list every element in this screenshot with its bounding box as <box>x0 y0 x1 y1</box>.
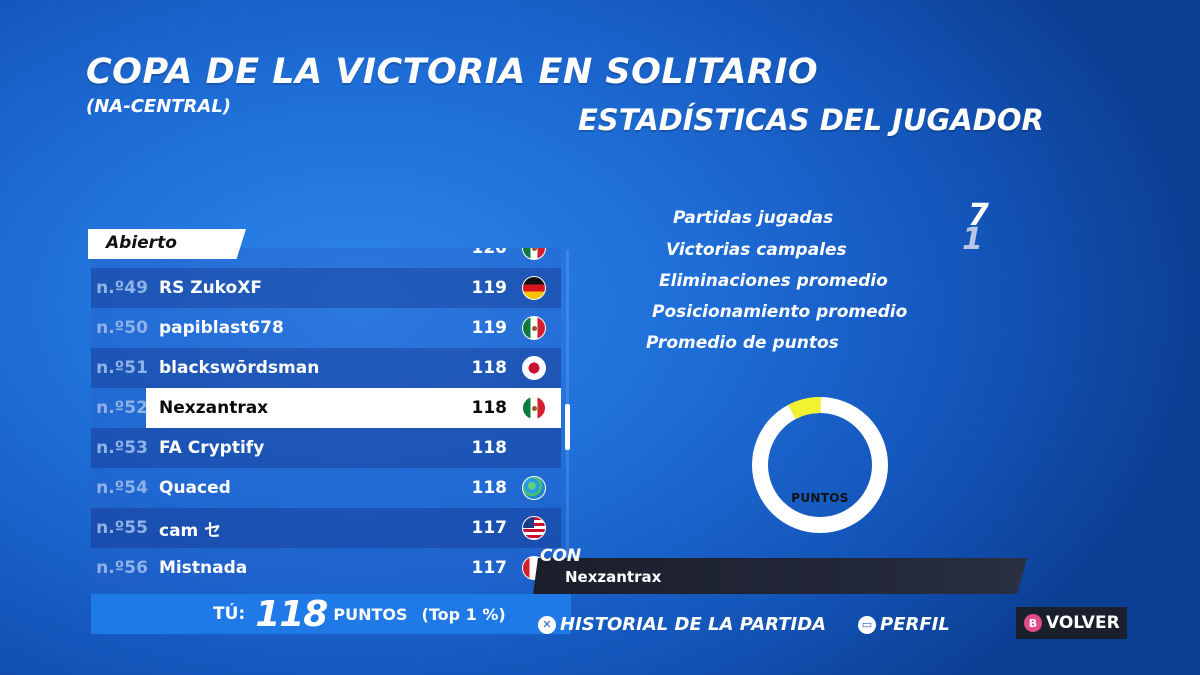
page-title: COPA DE LA VICTORIA EN SOLITARIO <box>86 52 819 92</box>
top-percent: (Top 1 %) <box>421 604 506 624</box>
flag-mexico-icon <box>522 248 546 260</box>
flag-mexico-icon <box>522 316 546 340</box>
table-row[interactable]: n.º56 Mistnada 117 <box>91 548 561 588</box>
tab-abierto[interactable]: Abierto <box>88 229 246 259</box>
stats-title: ESTADÍSTICAS DEL JUGADOR <box>578 103 1044 137</box>
points-donut-chart <box>752 397 888 533</box>
table-row-selected[interactable]: n.º52 Nexzantrax 118 <box>91 388 561 428</box>
row-player-name: papiblast678 <box>159 318 284 338</box>
row-points: 118 <box>471 358 508 378</box>
row-points: 118 <box>471 438 508 458</box>
table-row[interactable]: n.º50 papiblast678 119 <box>91 308 561 348</box>
row-player-name: Nexzantrax <box>159 398 269 418</box>
flag-mexico-icon <box>522 396 546 420</box>
you-label: TÚ: <box>213 604 246 624</box>
row-rank: n.º55 <box>96 518 148 538</box>
b-button-icon: B <box>1024 614 1042 632</box>
back-button[interactable]: B VOLVER <box>1016 607 1127 639</box>
con-label: CON <box>540 546 582 566</box>
stat-label-elims: Eliminaciones promedio <box>659 271 888 291</box>
back-label: VOLVER <box>1046 613 1120 633</box>
touchpad-icon: ▭ <box>858 615 876 634</box>
stat-label-matches: Partidas jugadas <box>673 208 834 228</box>
x-button-icon: ✕ <box>538 615 556 634</box>
table-row[interactable]: n.º54 Quaced 118 <box>91 468 561 508</box>
row-points: 119 <box>471 318 508 338</box>
row-points: 117 <box>471 518 508 538</box>
row-player-name: Mistnada <box>159 558 248 578</box>
table-row[interactable]: n.º49 RS ZukoXF 119 <box>91 268 561 308</box>
row-rank: n.º49 <box>96 278 148 298</box>
row-player-name: blackswōrdsman <box>159 358 320 378</box>
row-player-name: FA Cryptify <box>159 438 265 458</box>
row-points: 119 <box>471 278 508 298</box>
row-rank: n.º51 <box>96 358 148 378</box>
row-rank: n.º53 <box>96 438 148 458</box>
donut-track <box>752 397 888 533</box>
row-rank: n.º56 <box>96 558 148 578</box>
profile-button[interactable]: ▭ PERFIL <box>858 614 950 635</box>
leaderboard-list[interactable]: 120 n.º49 RS ZukoXF 119 n.º50 papiblast678 11… <box>91 248 561 588</box>
donut-label: PUNTOS <box>791 491 849 505</box>
scrollbar-thumb[interactable] <box>565 404 570 450</box>
match-history-label: HISTORIAL DE LA PARTIDA <box>560 614 827 635</box>
table-row[interactable]: n.º51 blackswōrdsman 118 <box>91 348 561 388</box>
flag-globe-icon <box>522 476 546 500</box>
region-label: (NA-CENTRAL) <box>86 96 232 117</box>
stat-label-avg-points: Promedio de puntos <box>646 333 839 353</box>
your-score-bar: TÚ: 118 PUNTOS (Top 1 %) <box>91 593 571 635</box>
row-rank: n.º54 <box>96 478 148 498</box>
row-player-name: RS ZukoXF <box>159 278 262 298</box>
stat-value-wins: 1 <box>962 222 983 257</box>
row-player-name: Quaced <box>159 478 231 498</box>
row-points: 117 <box>471 558 508 578</box>
flag-japan-icon <box>522 356 546 380</box>
points-unit: PUNTOS <box>333 604 408 624</box>
flag-usa-icon <box>522 516 546 540</box>
table-row[interactable]: n.º53 FA Cryptify 118 <box>91 428 561 468</box>
stat-label-wins: Victorias campales <box>666 240 847 260</box>
table-row[interactable]: n.º55 cam セ 117 <box>91 508 561 548</box>
row-points: 118 <box>471 478 508 498</box>
profile-label: PERFIL <box>880 614 950 635</box>
row-player-name: cam セ <box>159 520 222 541</box>
stat-label-placement: Posicionamiento promedio <box>652 302 908 322</box>
match-history-button[interactable]: ✕ HISTORIAL DE LA PARTIDA <box>538 614 826 635</box>
flag-germany-icon <box>522 276 546 300</box>
row-rank: n.º52 <box>96 398 148 418</box>
your-points: 118 <box>255 593 328 635</box>
row-rank: n.º50 <box>96 318 148 338</box>
teammate-name: Nexzantrax <box>565 568 662 586</box>
row-points: 118 <box>471 398 508 418</box>
row-points: 120 <box>471 248 508 258</box>
